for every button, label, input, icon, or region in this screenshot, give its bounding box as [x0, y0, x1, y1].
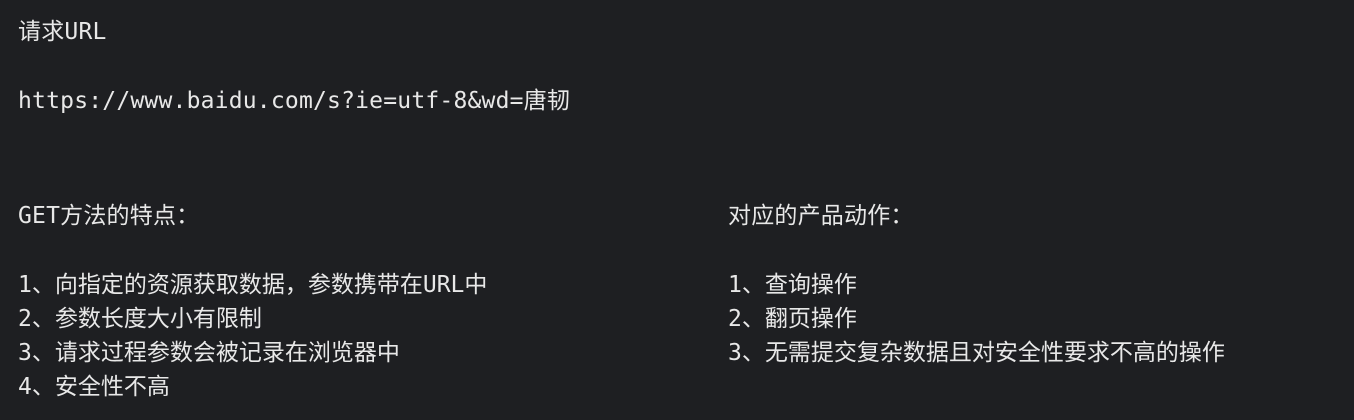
product-actions-title: 对应的产品动作： — [728, 203, 914, 229]
list-item: 1、查询操作 — [728, 272, 857, 298]
get-features-list: 1、向指定的资源获取数据，参数携带在URL中 2、参数长度大小有限制 3、请求过… — [18, 268, 487, 404]
list-item: 2、参数长度大小有限制 — [18, 306, 262, 332]
list-item: 3、无需提交复杂数据且对安全性要求不高的操作 — [728, 340, 1225, 366]
product-actions-list: 1、查询操作 2、翻页操作 3、无需提交复杂数据且对安全性要求不高的操作 — [728, 268, 1225, 370]
list-item: 4、安全性不高 — [18, 374, 170, 400]
request-url-heading: 请求URL — [18, 19, 107, 45]
get-features-title: GET方法的特点： — [18, 203, 200, 229]
list-item: 2、翻页操作 — [728, 306, 857, 332]
list-item: 1、向指定的资源获取数据，参数携带在URL中 — [18, 272, 488, 298]
list-item: 3、请求过程参数会被记录在浏览器中 — [18, 340, 400, 366]
request-url-text: https://www.baidu.com/s?ie=utf-8&wd=唐韧 — [18, 88, 571, 114]
document-page: 请求URL https://www.baidu.com/s?ie=utf-8&w… — [0, 0, 1354, 420]
